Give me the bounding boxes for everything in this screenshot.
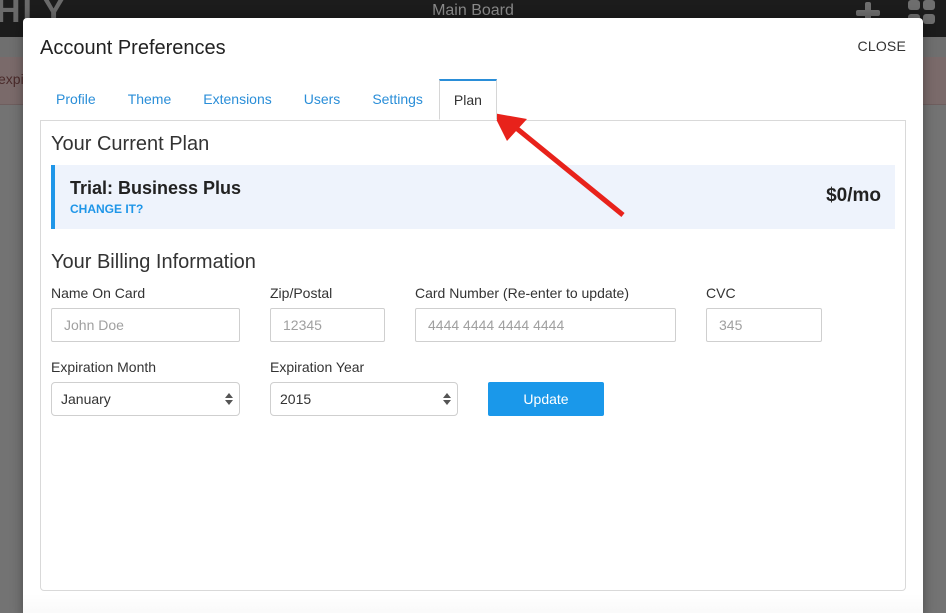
tab-settings[interactable]: Settings <box>356 79 439 120</box>
current-plan-heading: Your Current Plan <box>51 133 210 155</box>
current-plan-box: Trial: Business Plus CHANGE IT? $0/mo <box>51 165 895 229</box>
expiration-month-select[interactable]: January <box>51 382 240 416</box>
name-on-card-input[interactable] <box>51 308 240 342</box>
tab-users[interactable]: Users <box>288 79 357 120</box>
change-plan-link[interactable]: CHANGE IT? <box>70 202 143 216</box>
background-alert-text: expi <box>0 71 24 87</box>
expiration-year-select[interactable]: 2015 <box>270 382 458 416</box>
modal-title: Account Preferences <box>40 37 226 59</box>
plan-tab-panel: Your Current Plan Trial: Business Plus C… <box>40 120 906 591</box>
account-preferences-modal: Account Preferences CLOSE Profile Theme … <box>23 18 923 613</box>
tab-profile[interactable]: Profile <box>40 79 112 120</box>
expiration-year-label: Expiration Year <box>270 359 365 375</box>
plan-name: Trial: Business Plus <box>70 178 242 198</box>
expiration-month-label: Expiration Month <box>51 359 157 375</box>
expiration-year-value: 2015 <box>280 391 312 407</box>
card-number-label: Card Number (Re-enter to update) <box>415 285 629 301</box>
select-arrows-icon <box>225 392 233 406</box>
cvc-label: CVC <box>706 285 736 301</box>
name-on-card-label: Name On Card <box>51 285 146 301</box>
zip-label: Zip/Postal <box>270 285 333 301</box>
tab-extensions[interactable]: Extensions <box>187 79 287 120</box>
close-button[interactable]: CLOSE <box>858 38 906 54</box>
card-number-input[interactable] <box>415 308 676 342</box>
tab-theme[interactable]: Theme <box>112 79 188 120</box>
update-button[interactable]: Update <box>488 382 604 416</box>
tab-plan[interactable]: Plan <box>438 79 497 120</box>
cvc-input[interactable] <box>706 308 822 342</box>
billing-heading: Your Billing Information <box>51 251 256 273</box>
modal-footer <box>23 594 923 613</box>
zip-input[interactable] <box>270 308 385 342</box>
select-arrows-icon <box>443 392 451 406</box>
plan-price: $0/mo <box>826 185 881 206</box>
expiration-month-value: January <box>61 391 111 407</box>
preferences-tabs: Profile Theme Extensions Users Settings … <box>40 79 497 120</box>
